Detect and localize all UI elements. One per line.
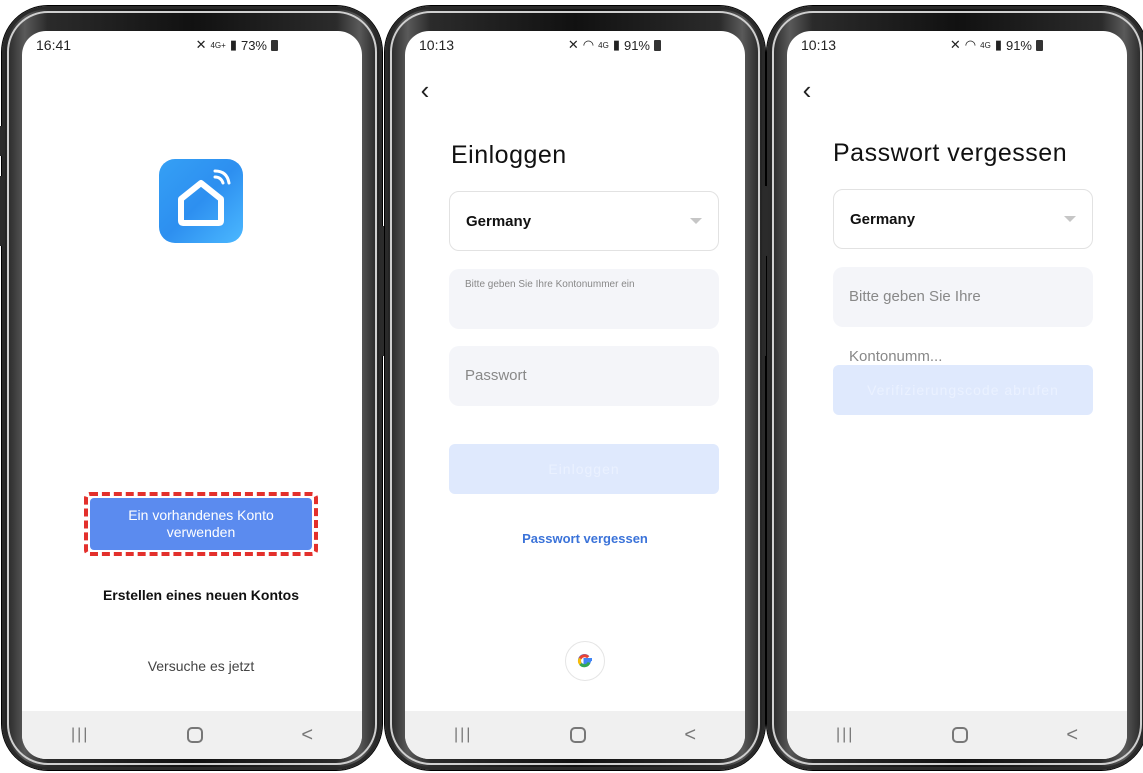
chevron-left-icon[interactable]: ‹ <box>793 76 821 104</box>
recents-icon[interactable]: ||| <box>836 726 854 744</box>
home-icon[interactable] <box>570 727 587 743</box>
signal-icon: ▮ <box>612 37 620 52</box>
account-placeholder: Bitte geben Sie Ihre Kontonummer ein <box>465 279 635 290</box>
country-select[interactable]: Germany <box>833 189 1093 249</box>
signal-icon: ▮ <box>994 37 1002 52</box>
page-title: Einloggen <box>451 141 567 169</box>
mute-icon: ✕ <box>567 37 579 52</box>
status-time: 16:41 <box>36 37 72 53</box>
battery-icon <box>271 39 278 51</box>
status-time: 10:13 <box>419 37 455 53</box>
page-title: Passwort vergessen <box>833 139 1068 167</box>
google-login-button[interactable] <box>565 641 605 681</box>
phone-frame-3: 10:13 ✕ ◠ 4G ▮ 91% ‹ Passwort vergessen … <box>763 6 1143 770</box>
country-value: Germany <box>850 210 916 228</box>
signal-type: 4G <box>980 40 991 50</box>
nav-bar: ||| < <box>787 711 1127 759</box>
country-select[interactable]: Germany <box>449 191 719 251</box>
create-account-button[interactable]: Erstellen eines neuen Kontos <box>90 572 312 617</box>
recents-icon[interactable]: ||| <box>454 726 472 744</box>
forgot-password-screen: 10:13 ✕ ◠ 4G ▮ 91% ‹ Passwort vergessen … <box>787 31 1127 759</box>
nav-back-icon[interactable]: < <box>1066 724 1078 747</box>
battery-icon <box>654 39 661 51</box>
status-bar: 10:13 ✕ ◠ 4G ▮ 91% <box>787 31 1127 59</box>
nav-bar: ||| < <box>22 711 362 759</box>
battery-percent: 91% <box>1005 37 1032 53</box>
caret-down-icon <box>690 218 702 224</box>
wifi-icon: ◠ <box>964 37 977 52</box>
mute-icon: ✕ <box>195 37 207 52</box>
get-verification-code-button[interactable]: Verifizierungscode abrufen <box>833 365 1093 415</box>
battery-icon <box>1036 39 1043 51</box>
highlight-frame <box>84 492 318 556</box>
signal-type: 4G+ <box>210 40 226 50</box>
login-button[interactable]: Einloggen <box>449 444 719 494</box>
home-icon[interactable] <box>187 727 204 743</box>
chevron-left-icon[interactable]: ‹ <box>411 76 439 104</box>
login-screen: 10:13 ✕ ◠ 4G ▮ 91% ‹ Einloggen Germany B… <box>405 31 745 759</box>
signal-type: 4G <box>598 40 609 50</box>
password-input[interactable]: Passwort <box>449 346 719 406</box>
forgot-password-link[interactable]: Passwort vergessen <box>405 531 745 546</box>
nav-bar: ||| < <box>405 711 745 759</box>
signal-icon: ▮ <box>229 37 237 52</box>
status-time: 10:13 <box>801 37 837 53</box>
smart-home-icon <box>159 159 243 243</box>
account-number-input[interactable]: Bitte geben Sie Ihre Kontonummer ein <box>449 269 719 329</box>
mute-icon: ✕ <box>949 37 961 52</box>
nav-back-icon[interactable]: < <box>301 724 313 747</box>
home-icon[interactable] <box>952 727 969 743</box>
status-bar: 10:13 ✕ ◠ 4G ▮ 91% <box>405 31 745 59</box>
wifi-icon: ◠ <box>582 37 595 52</box>
country-value: Germany <box>466 212 532 230</box>
account-number-input[interactable]: Bitte geben Sie Ihre Kontonumm... <box>833 267 1093 365</box>
caret-down-icon <box>1064 216 1076 222</box>
battery-percent: 73% <box>240 37 267 53</box>
welcome-screen: 16:41 ✕ 4G+ ▮ 73% Ein vorhandenes Konto … <box>22 31 362 759</box>
try-now-link[interactable]: Versuche es jetzt <box>22 658 362 674</box>
google-icon <box>577 654 592 668</box>
phone-frame-2: 10:13 ✕ ◠ 4G ▮ 91% ‹ Einloggen Germany B… <box>385 6 769 770</box>
nav-back-icon[interactable]: < <box>684 724 696 747</box>
phone-frame-1: 16:41 ✕ 4G+ ▮ 73% Ein vorhandenes Konto … <box>0 6 386 770</box>
status-bar: 16:41 ✕ 4G+ ▮ 73% <box>22 31 362 59</box>
password-placeholder: Passwort <box>465 367 527 384</box>
battery-percent: 91% <box>623 37 650 53</box>
recents-icon[interactable]: ||| <box>71 726 89 744</box>
